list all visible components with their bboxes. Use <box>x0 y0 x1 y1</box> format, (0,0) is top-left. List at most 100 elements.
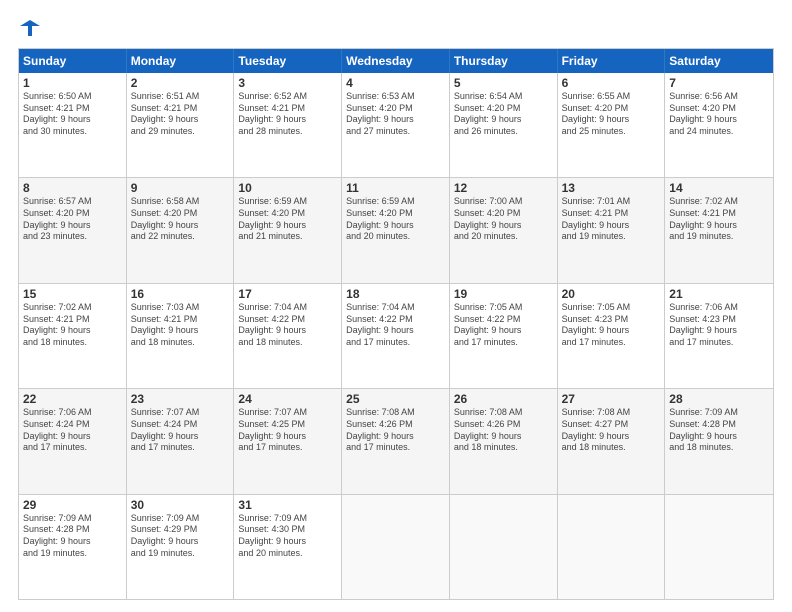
day-number: 12 <box>454 181 553 195</box>
day-number: 25 <box>346 392 445 406</box>
calendar-cell: 27Sunrise: 7:08 AMSunset: 4:27 PMDayligh… <box>558 389 666 493</box>
cell-text: Sunrise: 7:07 AMSunset: 4:25 PMDaylight:… <box>238 407 337 454</box>
calendar-cell <box>342 495 450 599</box>
calendar-row: 15Sunrise: 7:02 AMSunset: 4:21 PMDayligh… <box>19 283 773 388</box>
day-number: 21 <box>669 287 769 301</box>
cell-text: Sunrise: 6:55 AMSunset: 4:20 PMDaylight:… <box>562 91 661 138</box>
cell-text: Sunrise: 6:50 AMSunset: 4:21 PMDaylight:… <box>23 91 122 138</box>
day-number: 3 <box>238 76 337 90</box>
day-number: 4 <box>346 76 445 90</box>
calendar-body: 1Sunrise: 6:50 AMSunset: 4:21 PMDaylight… <box>19 73 773 599</box>
calendar-cell: 5Sunrise: 6:54 AMSunset: 4:20 PMDaylight… <box>450 73 558 177</box>
page: SundayMondayTuesdayWednesdayThursdayFrid… <box>0 0 792 612</box>
day-number: 5 <box>454 76 553 90</box>
calendar-cell: 17Sunrise: 7:04 AMSunset: 4:22 PMDayligh… <box>234 284 342 388</box>
calendar-cell <box>665 495 773 599</box>
calendar-cell: 4Sunrise: 6:53 AMSunset: 4:20 PMDaylight… <box>342 73 450 177</box>
day-number: 27 <box>562 392 661 406</box>
calendar-cell: 20Sunrise: 7:05 AMSunset: 4:23 PMDayligh… <box>558 284 666 388</box>
cell-text: Sunrise: 6:57 AMSunset: 4:20 PMDaylight:… <box>23 196 122 243</box>
calendar-cell: 24Sunrise: 7:07 AMSunset: 4:25 PMDayligh… <box>234 389 342 493</box>
calendar-cell: 10Sunrise: 6:59 AMSunset: 4:20 PMDayligh… <box>234 178 342 282</box>
calendar-cell: 29Sunrise: 7:09 AMSunset: 4:28 PMDayligh… <box>19 495 127 599</box>
calendar-row: 8Sunrise: 6:57 AMSunset: 4:20 PMDaylight… <box>19 177 773 282</box>
day-number: 2 <box>131 76 230 90</box>
calendar-cell: 16Sunrise: 7:03 AMSunset: 4:21 PMDayligh… <box>127 284 235 388</box>
cell-text: Sunrise: 7:01 AMSunset: 4:21 PMDaylight:… <box>562 196 661 243</box>
day-number: 6 <box>562 76 661 90</box>
cell-text: Sunrise: 6:56 AMSunset: 4:20 PMDaylight:… <box>669 91 769 138</box>
day-number: 15 <box>23 287 122 301</box>
weekday-header: Tuesday <box>234 49 342 73</box>
calendar-cell <box>558 495 666 599</box>
cell-text: Sunrise: 7:03 AMSunset: 4:21 PMDaylight:… <box>131 302 230 349</box>
weekday-header: Monday <box>127 49 235 73</box>
day-number: 1 <box>23 76 122 90</box>
cell-text: Sunrise: 7:08 AMSunset: 4:27 PMDaylight:… <box>562 407 661 454</box>
day-number: 9 <box>131 181 230 195</box>
calendar-cell <box>450 495 558 599</box>
cell-text: Sunrise: 7:07 AMSunset: 4:24 PMDaylight:… <box>131 407 230 454</box>
cell-text: Sunrise: 7:04 AMSunset: 4:22 PMDaylight:… <box>346 302 445 349</box>
cell-text: Sunrise: 6:59 AMSunset: 4:20 PMDaylight:… <box>238 196 337 243</box>
day-number: 16 <box>131 287 230 301</box>
cell-text: Sunrise: 6:58 AMSunset: 4:20 PMDaylight:… <box>131 196 230 243</box>
calendar-cell: 9Sunrise: 6:58 AMSunset: 4:20 PMDaylight… <box>127 178 235 282</box>
day-number: 26 <box>454 392 553 406</box>
day-number: 22 <box>23 392 122 406</box>
weekday-header: Saturday <box>665 49 773 73</box>
calendar-cell: 13Sunrise: 7:01 AMSunset: 4:21 PMDayligh… <box>558 178 666 282</box>
cell-text: Sunrise: 7:04 AMSunset: 4:22 PMDaylight:… <box>238 302 337 349</box>
day-number: 19 <box>454 287 553 301</box>
day-number: 20 <box>562 287 661 301</box>
day-number: 30 <box>131 498 230 512</box>
day-number: 10 <box>238 181 337 195</box>
day-number: 29 <box>23 498 122 512</box>
cell-text: Sunrise: 7:08 AMSunset: 4:26 PMDaylight:… <box>346 407 445 454</box>
day-number: 17 <box>238 287 337 301</box>
weekday-header: Wednesday <box>342 49 450 73</box>
day-number: 23 <box>131 392 230 406</box>
day-number: 14 <box>669 181 769 195</box>
calendar-row: 29Sunrise: 7:09 AMSunset: 4:28 PMDayligh… <box>19 494 773 599</box>
cell-text: Sunrise: 6:52 AMSunset: 4:21 PMDaylight:… <box>238 91 337 138</box>
calendar-cell: 18Sunrise: 7:04 AMSunset: 4:22 PMDayligh… <box>342 284 450 388</box>
calendar-cell: 7Sunrise: 6:56 AMSunset: 4:20 PMDaylight… <box>665 73 773 177</box>
calendar-cell: 15Sunrise: 7:02 AMSunset: 4:21 PMDayligh… <box>19 284 127 388</box>
calendar-cell: 1Sunrise: 6:50 AMSunset: 4:21 PMDaylight… <box>19 73 127 177</box>
cell-text: Sunrise: 7:06 AMSunset: 4:23 PMDaylight:… <box>669 302 769 349</box>
day-number: 31 <box>238 498 337 512</box>
calendar-cell: 14Sunrise: 7:02 AMSunset: 4:21 PMDayligh… <box>665 178 773 282</box>
cell-text: Sunrise: 7:09 AMSunset: 4:30 PMDaylight:… <box>238 513 337 560</box>
cell-text: Sunrise: 7:05 AMSunset: 4:22 PMDaylight:… <box>454 302 553 349</box>
weekday-header: Friday <box>558 49 666 73</box>
cell-text: Sunrise: 7:09 AMSunset: 4:28 PMDaylight:… <box>669 407 769 454</box>
calendar-cell: 6Sunrise: 6:55 AMSunset: 4:20 PMDaylight… <box>558 73 666 177</box>
calendar-cell: 26Sunrise: 7:08 AMSunset: 4:26 PMDayligh… <box>450 389 558 493</box>
calendar-header: SundayMondayTuesdayWednesdayThursdayFrid… <box>19 49 773 73</box>
calendar-cell: 2Sunrise: 6:51 AMSunset: 4:21 PMDaylight… <box>127 73 235 177</box>
calendar-cell: 12Sunrise: 7:00 AMSunset: 4:20 PMDayligh… <box>450 178 558 282</box>
weekday-header: Sunday <box>19 49 127 73</box>
cell-text: Sunrise: 7:09 AMSunset: 4:29 PMDaylight:… <box>131 513 230 560</box>
calendar: SundayMondayTuesdayWednesdayThursdayFrid… <box>18 48 774 600</box>
calendar-cell: 8Sunrise: 6:57 AMSunset: 4:20 PMDaylight… <box>19 178 127 282</box>
header <box>18 18 774 38</box>
calendar-cell: 19Sunrise: 7:05 AMSunset: 4:22 PMDayligh… <box>450 284 558 388</box>
cell-text: Sunrise: 6:54 AMSunset: 4:20 PMDaylight:… <box>454 91 553 138</box>
calendar-cell: 30Sunrise: 7:09 AMSunset: 4:29 PMDayligh… <box>127 495 235 599</box>
day-number: 18 <box>346 287 445 301</box>
calendar-cell: 25Sunrise: 7:08 AMSunset: 4:26 PMDayligh… <box>342 389 450 493</box>
calendar-cell: 21Sunrise: 7:06 AMSunset: 4:23 PMDayligh… <box>665 284 773 388</box>
calendar-cell: 11Sunrise: 6:59 AMSunset: 4:20 PMDayligh… <box>342 178 450 282</box>
cell-text: Sunrise: 7:02 AMSunset: 4:21 PMDaylight:… <box>669 196 769 243</box>
cell-text: Sunrise: 6:53 AMSunset: 4:20 PMDaylight:… <box>346 91 445 138</box>
calendar-cell: 28Sunrise: 7:09 AMSunset: 4:28 PMDayligh… <box>665 389 773 493</box>
day-number: 8 <box>23 181 122 195</box>
calendar-cell: 3Sunrise: 6:52 AMSunset: 4:21 PMDaylight… <box>234 73 342 177</box>
cell-text: Sunrise: 7:08 AMSunset: 4:26 PMDaylight:… <box>454 407 553 454</box>
cell-text: Sunrise: 6:59 AMSunset: 4:20 PMDaylight:… <box>346 196 445 243</box>
cell-text: Sunrise: 7:00 AMSunset: 4:20 PMDaylight:… <box>454 196 553 243</box>
day-number: 13 <box>562 181 661 195</box>
weekday-header: Thursday <box>450 49 558 73</box>
